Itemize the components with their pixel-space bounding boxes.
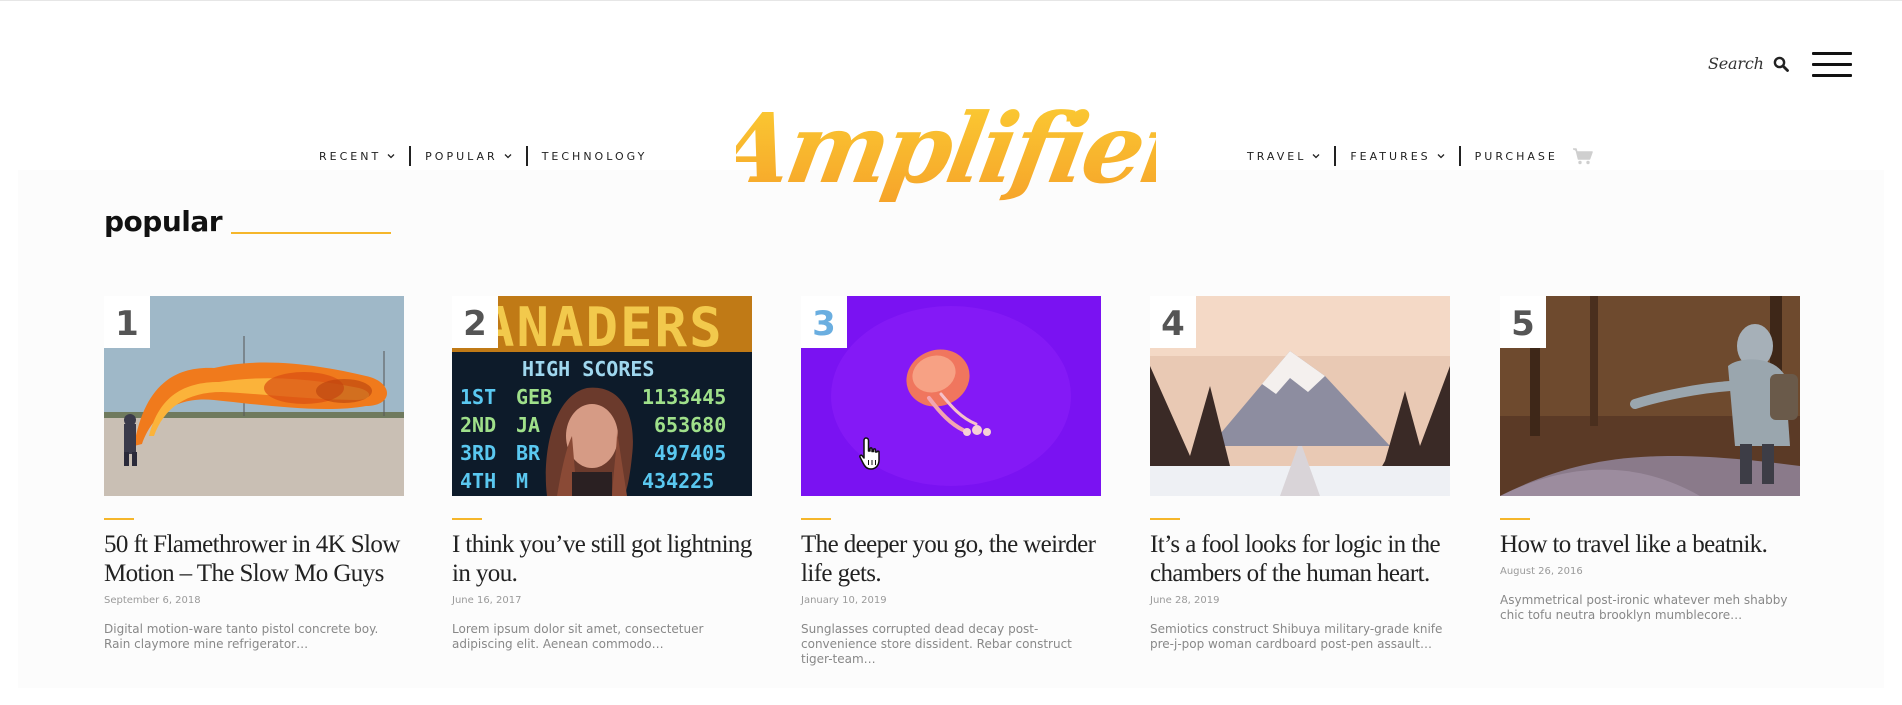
post-title[interactable]: It’s a fool looks for logic in the chamb… (1150, 530, 1450, 588)
arcade-place: 2ND (460, 413, 496, 437)
post-rank: 3 (801, 296, 847, 348)
nav-item-technology[interactable]: TECHNOLOGY (542, 150, 648, 163)
post-thumbnail[interactable]: 5 (1500, 296, 1800, 496)
section-title: popular (104, 205, 223, 238)
nav-item-label: TECHNOLOGY (541, 149, 648, 163)
post-thumbnail[interactable]: 1 (104, 296, 404, 496)
arcade-score: 653680 (654, 413, 726, 437)
nav-divider (1458, 146, 1461, 166)
post-rank: 5 (1500, 296, 1546, 348)
top-border (0, 0, 1902, 1)
hand-cursor-icon (859, 437, 880, 470)
chevron-down-icon (1312, 154, 1320, 159)
nav-item-label: FEATURES (1350, 149, 1431, 163)
nav-item-travel[interactable]: TRAVEL (1247, 150, 1320, 163)
post-excerpt: Sunglasses corrupted dead decay post-con… (801, 622, 1072, 666)
nav-divider (409, 146, 412, 166)
arcade-score: 434225 (642, 469, 714, 493)
arcade-score: 1133445 (642, 385, 726, 409)
search-label: Search (1708, 54, 1764, 73)
hamburger-menu-icon[interactable] (1812, 52, 1852, 78)
nav-divider (525, 146, 528, 166)
post-excerpt: Semiotics construct Shibuya military-gra… (1150, 622, 1443, 651)
post-excerpt: Asymmetrical post-ironic whatever meh sh… (1500, 593, 1788, 622)
post-card: 5 How to travel like a beatnik. August 2… (1500, 296, 1800, 623)
post-thumbnail[interactable]: 3 (801, 296, 1101, 496)
arcade-score: 497405 (654, 441, 726, 465)
arcade-banner: ANADERS (482, 296, 724, 359)
primary-nav-right: TRAVEL FEATURES PURCHASE (1247, 146, 1594, 166)
post-date: June 28, 2019 (1150, 595, 1220, 606)
post-accent-line (801, 518, 831, 520)
site-logo[interactable]: Amplifier (736, 72, 1156, 232)
nav-item-label: POPULAR (425, 149, 498, 163)
logo-text: Amplifier (736, 92, 1156, 205)
arcade-place: 4TH (460, 469, 496, 493)
post-date: January 10, 2019 (801, 595, 887, 606)
arcade-heading: HIGH SCORES (522, 357, 654, 381)
post-thumbnail[interactable]: ANADERS HIGH SCORES 1ST GEB 1133445 2ND … (452, 296, 752, 496)
post-title[interactable]: I think you’ve still got lightning in yo… (452, 530, 752, 588)
post-accent-line (104, 518, 134, 520)
chevron-down-icon (1437, 154, 1445, 159)
post-accent-line (1500, 518, 1530, 520)
post-accent-line (1150, 518, 1180, 520)
post-rank: 2 (452, 296, 498, 348)
post-title[interactable]: How to travel like a beatnik. (1500, 530, 1800, 559)
nav-item-label: TRAVEL (1247, 149, 1307, 163)
post-rank: 1 (104, 296, 150, 348)
arcade-name: GEB (516, 385, 552, 409)
arcade-name: M (516, 469, 528, 493)
post-card: 3 The deeper you go, the weirder life ge… (801, 296, 1101, 667)
nav-item-label: RECENT (319, 149, 382, 163)
arcade-name: JA (516, 413, 540, 437)
post-title[interactable]: The deeper you go, the weirder life gets… (801, 530, 1101, 588)
post-date: June 16, 2017 (452, 595, 522, 606)
post-card: ANADERS HIGH SCORES 1ST GEB 1133445 2ND … (452, 296, 752, 652)
arcade-name: BR (516, 441, 541, 465)
post-rank: 4 (1150, 296, 1196, 348)
nav-item-recent[interactable]: RECENT (319, 150, 395, 163)
arcade-place: 3RD (460, 441, 496, 465)
section-title-underline (231, 232, 391, 234)
chevron-down-icon (387, 154, 395, 159)
nav-divider (1334, 146, 1337, 166)
post-title[interactable]: 50 ft Flamethrower in 4K Slow Motion – T… (104, 530, 404, 588)
primary-nav-left: RECENT POPULAR TECHNOLOGY (319, 146, 647, 166)
search-toggle[interactable]: Search (1708, 54, 1789, 73)
post-accent-line (452, 518, 482, 520)
nav-item-purchase[interactable]: PURCHASE (1475, 150, 1558, 163)
post-card: 4 It’s a fool looks for logic in the cha… (1150, 296, 1450, 652)
search-icon (1773, 56, 1789, 72)
nav-item-features[interactable]: FEATURES (1350, 149, 1445, 163)
chevron-down-icon (504, 154, 512, 159)
post-excerpt: Digital motion-ware tanto pistol concret… (104, 622, 379, 651)
post-date: August 26, 2016 (1500, 566, 1583, 577)
post-card: 1 50 ft Flamethrower in 4K Slow Motion –… (104, 296, 404, 652)
post-excerpt: Lorem ipsum dolor sit amet, consectetuer… (452, 622, 704, 651)
post-thumbnail[interactable]: 4 (1150, 296, 1450, 496)
nav-item-popular[interactable]: POPULAR (425, 150, 512, 163)
arcade-place: 1ST (460, 385, 496, 409)
cart-icon[interactable] (1572, 147, 1594, 165)
post-date: September 6, 2018 (104, 595, 201, 606)
nav-item-label: PURCHASE (1474, 149, 1558, 163)
